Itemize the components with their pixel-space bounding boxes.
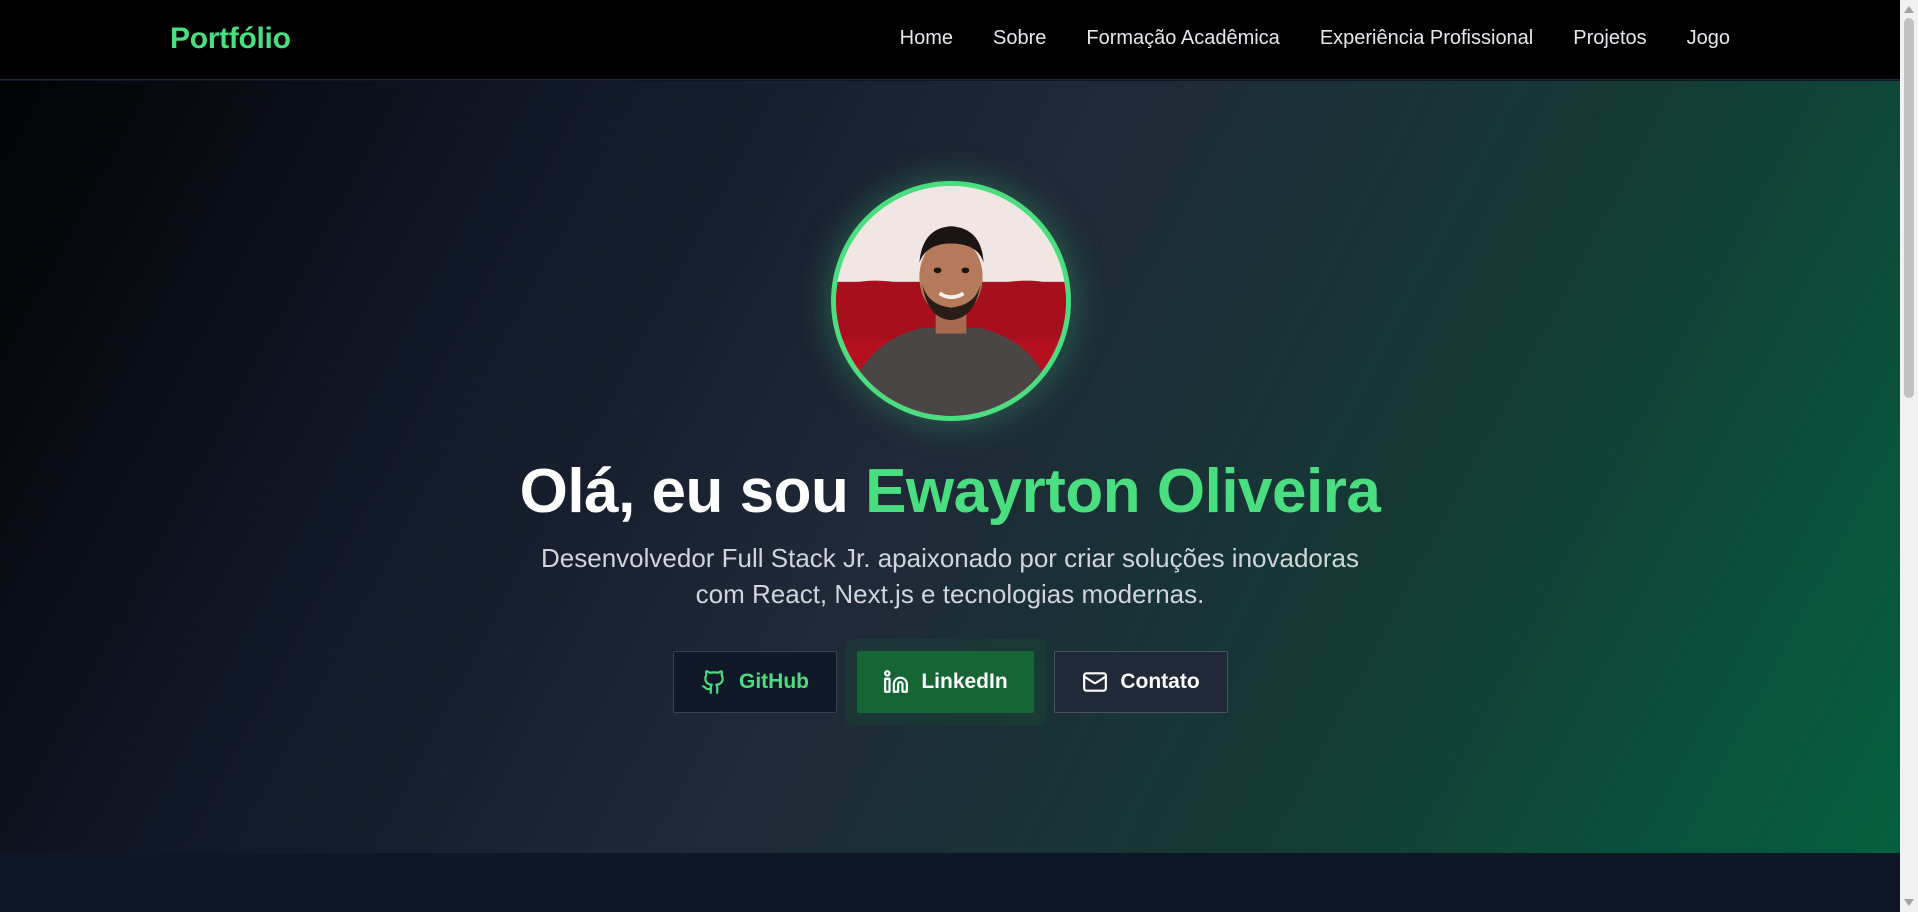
scroll-up-arrow-icon[interactable] xyxy=(1904,6,1914,13)
nav-links: Home Sobre Formação Acadêmica Experiênci… xyxy=(900,27,1730,50)
next-section xyxy=(0,853,1900,912)
nav-link-home[interactable]: Home xyxy=(900,27,953,49)
hero-greeting: Olá, eu sou xyxy=(519,457,866,526)
nav-item-home: Home xyxy=(900,27,953,50)
nav-link-experiencia[interactable]: Experiência Profissional xyxy=(1320,27,1533,49)
nav-link-sobre[interactable]: Sobre xyxy=(993,27,1046,49)
hero-title: Olá, eu sou Ewayrton Oliveira xyxy=(0,456,1900,527)
hero-subtitle-line1: Desenvolvedor Full Stack Jr. apaixonado … xyxy=(541,543,1359,573)
hero-name: Ewayrton Oliveira xyxy=(865,457,1381,526)
profile-photo xyxy=(836,186,1066,416)
nav-item-sobre: Sobre xyxy=(993,27,1046,50)
linkedin-button[interactable]: LinkedIn xyxy=(857,651,1034,713)
linkedin-button-label: LinkedIn xyxy=(921,670,1008,693)
nav-link-projetos[interactable]: Projetos xyxy=(1573,27,1646,49)
linkedin-icon xyxy=(884,670,909,693)
hero-subtitle: Desenvolvedor Full Stack Jr. apaixonado … xyxy=(500,540,1400,612)
scrollbar[interactable] xyxy=(1900,0,1918,912)
hero-subtitle-line2: com React, Next.js e tecnologias moderna… xyxy=(695,579,1205,609)
github-button-label: GitHub xyxy=(739,670,809,693)
navbar: Portfólio Home Sobre Formação Acadêmica … xyxy=(0,0,1900,80)
nav-item-projetos: Projetos xyxy=(1573,27,1646,50)
contact-button[interactable]: Contato xyxy=(1054,651,1228,713)
profile-avatar xyxy=(831,181,1071,421)
brand-logo[interactable]: Portfólio xyxy=(170,22,291,56)
github-icon xyxy=(702,670,724,694)
nav-item-jogo: Jogo xyxy=(1687,27,1730,50)
nav-item-formacao: Formação Acadêmica xyxy=(1086,27,1279,50)
scroll-down-arrow-icon[interactable] xyxy=(1904,899,1914,906)
nav-link-formacao[interactable]: Formação Acadêmica xyxy=(1086,27,1279,49)
contact-button-label: Contato xyxy=(1120,670,1200,693)
mail-icon xyxy=(1083,672,1108,692)
nav-link-jogo[interactable]: Jogo xyxy=(1687,27,1730,49)
scroll-thumb[interactable] xyxy=(1904,18,1914,398)
nav-item-experiencia: Experiência Profissional xyxy=(1320,27,1533,50)
github-button[interactable]: GitHub xyxy=(673,651,837,713)
